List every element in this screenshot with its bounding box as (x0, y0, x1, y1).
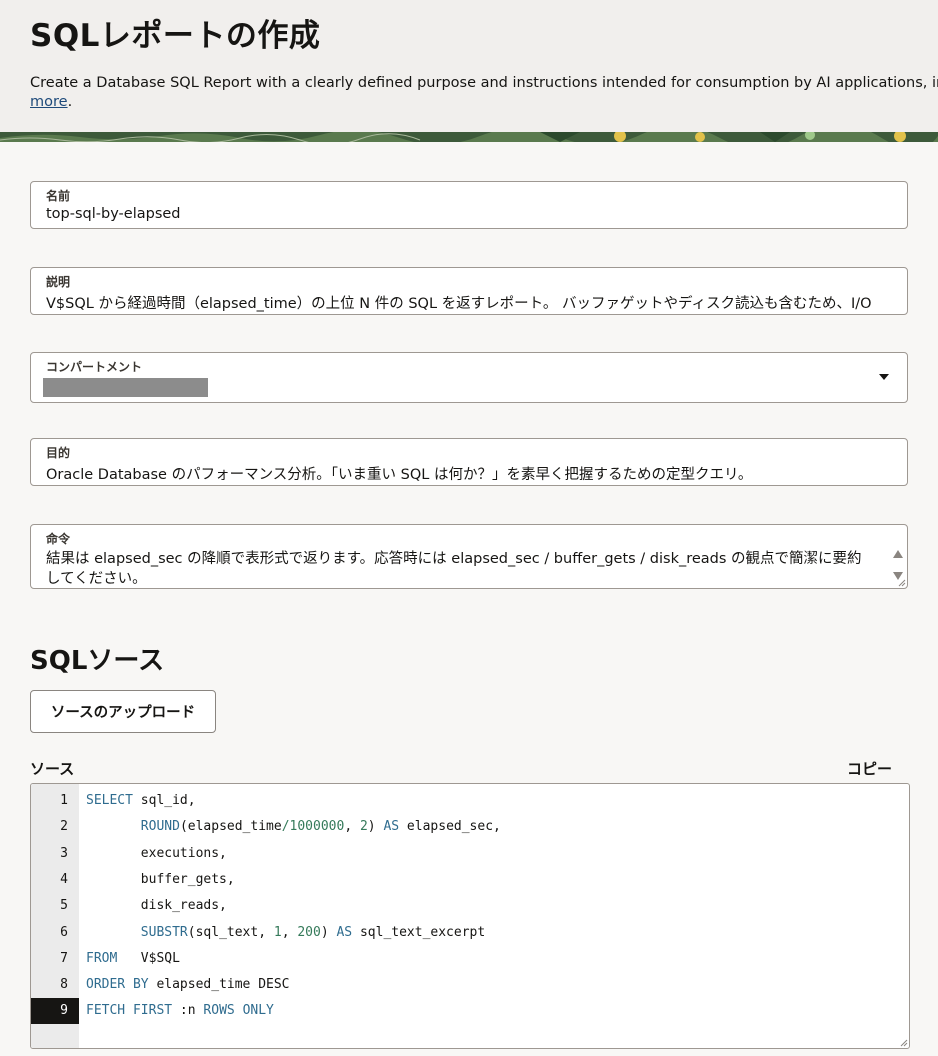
code-text[interactable]: SUBSTR(sql_text, 1, 200) AS sql_text_exc… (86, 920, 485, 946)
line-number: 8 (60, 977, 68, 993)
upload-source-button[interactable]: ソースのアップロード (30, 690, 216, 733)
description-text: Create a Database SQL Report with a clea… (30, 75, 938, 91)
description-period: . (67, 94, 73, 110)
page-description: Create a Database SQL Report with a clea… (30, 74, 938, 112)
code-line[interactable]: 7 FROM V$SQL (31, 946, 909, 972)
code-line[interactable]: 2 ROUND(elapsed_time/1000000, 2) AS elap… (31, 814, 909, 840)
code-line[interactable]: 6 SUBSTR(sql_text, 1, 200) AS sql_text_e… (31, 920, 909, 946)
description-field[interactable]: 説明 V$SQL から経過時間（elapsed_time）の上位 N 件の SQ… (30, 267, 908, 315)
line-number: 7 (60, 950, 68, 966)
code-line[interactable]: 5 disk_reads, (31, 893, 909, 919)
more-link[interactable]: more (30, 94, 68, 110)
code-text[interactable]: FROM V$SQL (86, 946, 180, 972)
scroll-up-icon[interactable] (893, 550, 903, 558)
compartment-select[interactable]: コンパートメント (30, 352, 908, 403)
page-title: SQLレポートの作成 (30, 18, 321, 54)
description-value: V$SQL から経過時間（elapsed_time）の上位 N 件の SQL を… (46, 296, 872, 312)
name-label: 名前 (46, 189, 71, 203)
line-number: 6 (60, 924, 68, 940)
line-number: 2 (60, 819, 68, 835)
copy-button[interactable]: コピー (847, 758, 892, 779)
purpose-field[interactable]: 目的 Oracle Database のパフォーマンス分析。「いま重い SQL … (30, 438, 908, 486)
page-header: SQLレポートの作成 Create a Database SQL Report … (0, 0, 938, 142)
resize-grip-icon[interactable] (898, 579, 906, 587)
code-text[interactable]: buffer_gets, (86, 867, 235, 893)
purpose-label: 目的 (46, 446, 71, 460)
chevron-down-icon[interactable] (879, 374, 889, 380)
code-text[interactable]: ORDER BY elapsed_time DESC (86, 972, 290, 998)
purpose-value: Oracle Database のパフォーマンス分析。「いま重い SQL は何か… (46, 467, 753, 483)
instructions-label: 命令 (46, 532, 71, 546)
code-line[interactable]: 4 buffer_gets, (31, 867, 909, 893)
decorative-banner (0, 132, 938, 142)
code-text[interactable]: ROUND(elapsed_time/1000000, 2) AS elapse… (86, 814, 501, 840)
code-line[interactable]: 9 FETCH FIRST :n ROWS ONLY (31, 998, 909, 1025)
code-line[interactable]: 1 SELECT sql_id, (31, 788, 909, 814)
compartment-label: コンパートメント (46, 360, 143, 374)
sql-source-title: SQLソース (30, 646, 165, 676)
code-line[interactable]: 3 executions, (31, 841, 909, 867)
line-number: 4 (60, 871, 68, 887)
instructions-value: 結果は elapsed_sec の降順で表形式で返ります。応答時には elaps… (46, 551, 862, 587)
resize-grip-icon[interactable] (900, 1039, 908, 1047)
line-number: 3 (60, 845, 68, 861)
line-number: 5 (60, 898, 68, 914)
description-label: 説明 (46, 275, 71, 289)
compartment-value-redacted (43, 378, 208, 397)
source-label: ソース (30, 760, 75, 778)
name-value: top-sql-by-elapsed (46, 206, 181, 222)
code-text[interactable]: disk_reads, (86, 893, 227, 919)
line-number: 1 (60, 793, 68, 808)
name-field[interactable]: 名前 top-sql-by-elapsed (30, 181, 908, 229)
code-text[interactable]: executions, (86, 841, 227, 867)
instructions-textarea[interactable]: 命令 結果は elapsed_sec の降順で表形式で返ります。応答時には el… (30, 524, 908, 589)
code-line[interactable]: 8 ORDER BY elapsed_time DESC (31, 972, 909, 998)
sql-code-editor[interactable]: 1 SELECT sql_id, 2 ROUND(elapsed_time/1000… (30, 783, 910, 1049)
line-number: 9 (31, 998, 79, 1025)
code-text[interactable]: SELECT sql_id, (86, 788, 196, 814)
code-text[interactable]: FETCH FIRST :n ROWS ONLY (86, 998, 274, 1024)
